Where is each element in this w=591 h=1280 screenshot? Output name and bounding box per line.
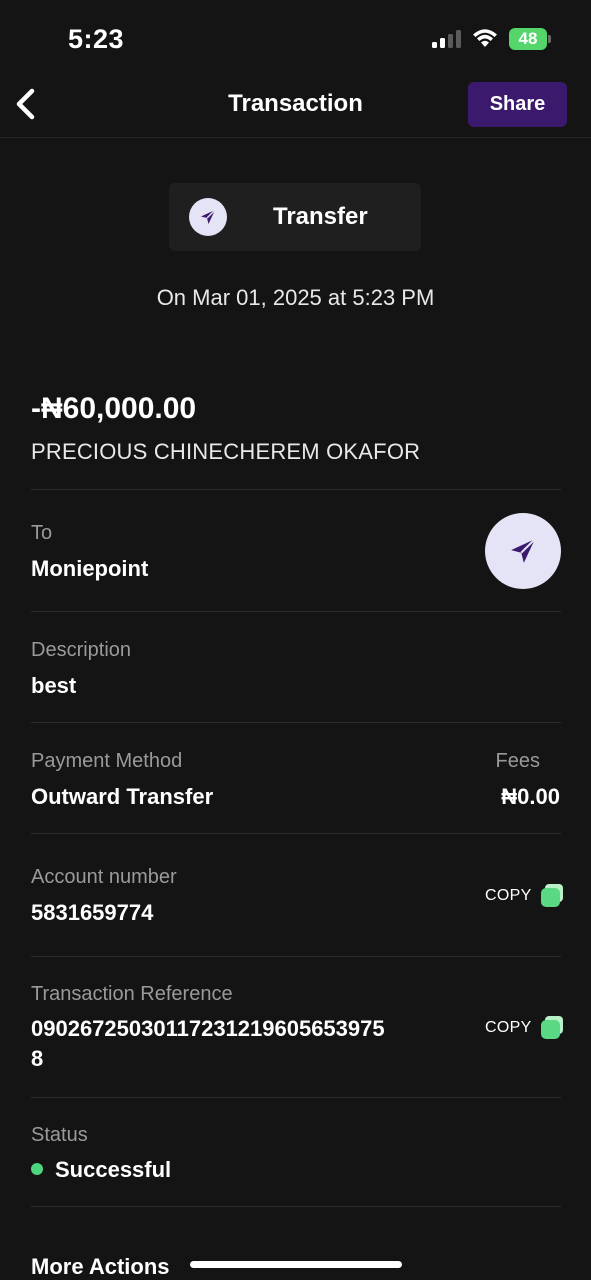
divider	[31, 489, 561, 490]
paper-plane-icon	[189, 198, 227, 236]
to-value: Moniepoint	[31, 556, 149, 581]
copy-label: COPY	[485, 1019, 532, 1036]
transaction-type-label: Transfer	[273, 203, 368, 230]
payment-method-label: Payment Method	[31, 750, 183, 772]
status-bar: 5:23 48	[0, 0, 591, 78]
wifi-icon	[473, 29, 497, 47]
app-header: Transaction Share	[0, 78, 591, 138]
payment-method-value: Outward Transfer	[31, 784, 214, 809]
transaction-date: On Mar 01, 2025 at 5:23 PM	[156, 285, 435, 310]
reference-value-line1: 09026725030117231219605653975	[31, 1016, 385, 1041]
bank-logo-icon	[485, 513, 561, 589]
battery-level: 48	[509, 28, 547, 50]
more-actions-heading: More Actions	[31, 1254, 170, 1279]
copy-icon	[540, 884, 564, 908]
home-indicator[interactable]	[190, 1261, 402, 1268]
divider	[31, 611, 561, 612]
copy-label: COPY	[485, 887, 532, 904]
share-button[interactable]: Share	[468, 82, 567, 127]
transaction-amount: -₦60,000.00	[31, 392, 197, 425]
status-indicator-dot	[31, 1163, 43, 1175]
copy-reference-button[interactable]: COPY	[485, 1016, 564, 1040]
fees-label: Fees	[495, 750, 540, 772]
account-number-label: Account number	[31, 866, 177, 888]
status-label: Status	[31, 1124, 88, 1146]
battery-tip	[548, 35, 551, 43]
divider	[31, 722, 561, 723]
copy-account-number-button[interactable]: COPY	[485, 884, 564, 908]
divider	[31, 833, 561, 834]
divider	[31, 1097, 561, 1098]
reference-label: Transaction Reference	[31, 983, 233, 1005]
divider	[31, 1206, 561, 1207]
clock-time: 5:23	[68, 24, 125, 54]
copy-icon	[540, 1016, 564, 1040]
status-value: Successful	[55, 1157, 172, 1182]
to-label: To	[31, 522, 53, 544]
account-number-value: 5831659774	[31, 900, 154, 925]
fees-value: ₦0.00	[501, 784, 560, 809]
signal-icon	[432, 30, 461, 48]
transaction-type-chip: Transfer	[169, 183, 421, 251]
description-label: Description	[31, 639, 132, 661]
battery-charging-icon: 48	[509, 28, 551, 50]
divider	[31, 956, 561, 957]
beneficiary-name: PRECIOUS CHINECHEREM OKAFOR	[31, 439, 421, 464]
reference-value-line2: 8	[31, 1046, 44, 1071]
description-value: best	[31, 673, 77, 698]
